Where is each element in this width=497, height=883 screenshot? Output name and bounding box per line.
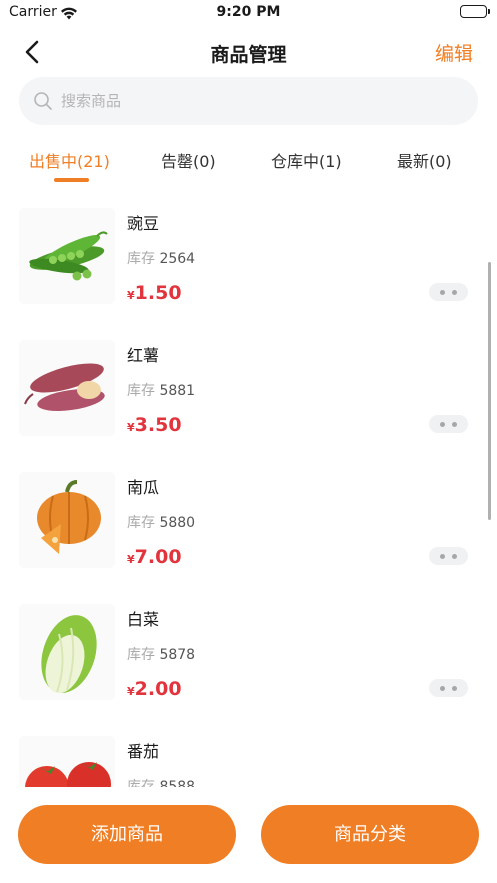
product-stock: 库存 2564 xyxy=(127,251,196,267)
search-input[interactable] xyxy=(61,77,461,125)
more-options-button[interactable] xyxy=(429,547,468,565)
more-options-button[interactable] xyxy=(429,679,468,697)
product-item[interactable]: 白菜 库存 5878 ¥2.00 xyxy=(0,598,497,730)
tab-latest[interactable]: 最新(0) xyxy=(397,148,452,172)
add-product-button[interactable]: 添加商品 xyxy=(18,805,236,864)
product-image-tomato xyxy=(19,736,115,787)
product-image-peas xyxy=(19,208,115,304)
active-tab-indicator xyxy=(54,178,89,182)
battery-icon xyxy=(460,5,490,18)
product-name: 番茄 xyxy=(127,742,160,761)
product-name: 红薯 xyxy=(127,346,160,365)
product-price: ¥2.00 xyxy=(127,678,182,700)
product-item[interactable]: 番茄 库存 8588 xyxy=(0,730,497,787)
clock: 9:20 PM xyxy=(216,4,281,20)
tab-sold-out[interactable]: 告罄(0) xyxy=(161,148,216,172)
tab-bar: 出售中(21) 告罄(0) 仓库中(1) 最新(0) xyxy=(0,142,497,186)
nav-bar: 商品管理 编辑 xyxy=(0,30,497,74)
product-stock: 库存 8588 xyxy=(127,779,196,787)
search-bar[interactable] xyxy=(19,77,478,125)
product-name: 豌豆 xyxy=(127,214,160,233)
product-item[interactable]: 豌豆 库存 2564 ¥1.50 xyxy=(0,202,497,334)
product-price: ¥3.50 xyxy=(127,414,182,436)
product-image-sweet-potato xyxy=(19,340,115,436)
product-stock: 库存 5880 xyxy=(127,515,196,531)
page-title: 商品管理 xyxy=(210,44,287,66)
product-name: 白菜 xyxy=(127,610,160,629)
product-price: ¥7.00 xyxy=(127,546,182,568)
product-item[interactable]: 南瓜 库存 5880 ¥7.00 xyxy=(0,466,497,598)
product-image-pumpkin xyxy=(19,472,115,568)
scrollbar[interactable] xyxy=(488,262,491,520)
product-image-cabbage xyxy=(19,604,115,700)
more-options-button[interactable] xyxy=(429,415,468,433)
product-stock: 库存 5878 xyxy=(127,647,196,663)
product-category-button[interactable]: 商品分类 xyxy=(261,805,479,864)
edit-button[interactable]: 编辑 xyxy=(435,39,473,66)
tab-warehouse[interactable]: 仓库中(1) xyxy=(271,148,342,172)
product-item[interactable]: 红薯 库存 5881 ¥3.50 xyxy=(0,334,497,466)
more-options-button[interactable] xyxy=(429,283,468,301)
product-price: ¥1.50 xyxy=(127,282,182,304)
product-stock: 库存 5881 xyxy=(127,383,196,399)
product-list[interactable]: 豌豆 库存 2564 ¥1.50 红薯 库存 5881 ¥3.50 南瓜 库存 … xyxy=(0,202,497,787)
tab-on-sale[interactable]: 出售中(21) xyxy=(29,148,110,172)
product-name: 南瓜 xyxy=(127,478,160,497)
status-bar: Carrier 9:20 PM xyxy=(0,0,497,26)
search-icon xyxy=(33,91,53,115)
bottom-action-bar: 添加商品 商品分类 xyxy=(0,787,497,883)
